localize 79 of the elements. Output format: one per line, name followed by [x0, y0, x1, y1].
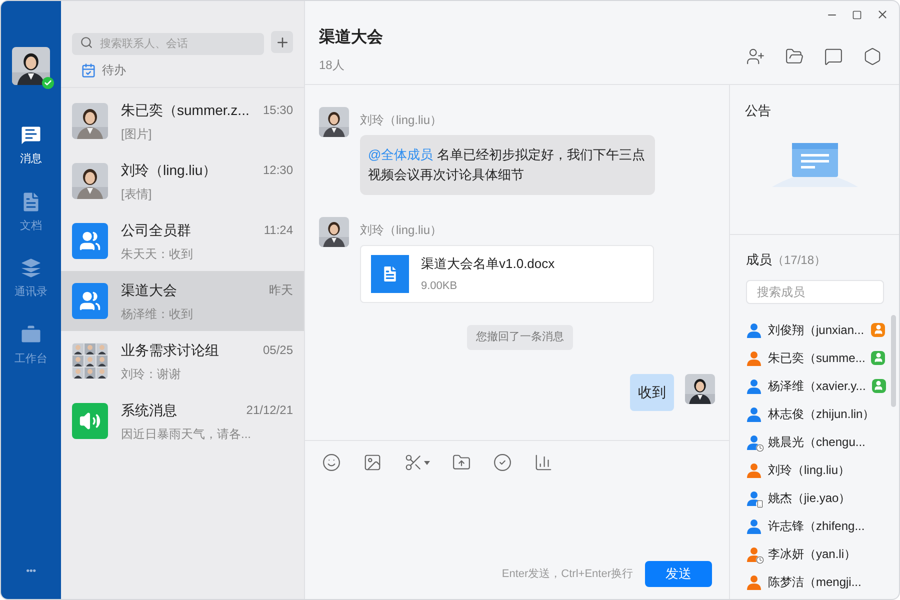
chat-preview: 因近日暴雨天气，请各... [121, 426, 252, 442]
chat-item[interactable]: 系统消息 21/12/21 因近日暴雨天气，请各... [61, 391, 304, 451]
search-icon [80, 36, 93, 49]
scissors-button[interactable] [404, 453, 430, 472]
check-button[interactable] [493, 453, 512, 472]
chat-name: 刘玲（ling.liu） [121, 160, 217, 180]
add-member-button[interactable] [746, 47, 765, 66]
recall-notice: 您撤回了一条消息 [467, 325, 573, 350]
members-count: （17/18） [772, 252, 826, 269]
chat-time: 15:30 [262, 102, 293, 119]
calendar-check-icon [81, 62, 96, 78]
chat-time: 11:24 [264, 222, 293, 239]
clock-badge-icon [756, 444, 764, 452]
member-name[interactable]: 姚晨光（chengu... [768, 432, 866, 450]
notice-title: 公告 [745, 102, 772, 120]
more-button[interactable]: ••• [26, 564, 36, 579]
chat-title: 渠道大会 [319, 27, 383, 48]
chat-time: 昨天 [269, 282, 293, 299]
nav-item[interactable]: 消息 [14, 123, 48, 168]
member-count: 18人 [319, 57, 346, 74]
group-avatar [72, 223, 108, 259]
chat-item[interactable]: 渠道大会 昨天 杨泽维：收到 [61, 271, 304, 331]
phone-badge-icon [756, 500, 764, 508]
chat-item[interactable]: 公司全员群 11:24 朱天天：收到 [61, 211, 304, 271]
file-size: 9.00KB [421, 278, 458, 294]
history-button[interactable] [824, 47, 843, 66]
settings-button[interactable] [863, 47, 882, 66]
system-avatar [72, 403, 108, 439]
chat-item[interactable]: 朱已奕（summer.z... 15:30 [图片] [61, 91, 304, 151]
member-search-field[interactable]: 搜索成员 [746, 280, 884, 304]
caret-icon [424, 460, 430, 464]
todo-button[interactable]: 待办 [61, 61, 146, 79]
chat-name: 系统消息 [121, 400, 177, 420]
chat-preview: 杨泽维：收到 [121, 306, 194, 322]
file-card[interactable]: 渠道大会名单v1.0.docx 9.00KB [360, 245, 654, 303]
message-bubble: @全体成员 名单已经初步拟定好，我们下午三点视频会议再次讨论具体细节 [360, 135, 655, 195]
members-title: 成员 [746, 251, 772, 269]
member-name[interactable]: 姚杰（jie.yao） [768, 488, 851, 506]
chat-name: 业务需求讨论组 [121, 340, 219, 360]
close-button[interactable] [876, 8, 889, 21]
folder-button[interactable] [785, 47, 804, 66]
member-name[interactable]: 杨泽维（xavier.y... [768, 376, 866, 394]
chat-preview: [表情] [121, 186, 153, 202]
chat-item[interactable]: 刘玲（ling.liu） 12:30 [表情] [61, 151, 304, 211]
message-bubble: 收到 [630, 374, 674, 410]
chat-name: 公司全员群 [121, 220, 191, 240]
chat-name: 朱已奕（summer.z... [121, 100, 250, 120]
search-field[interactable]: 搜索联系人、会话 [72, 33, 264, 55]
chart-button[interactable] [534, 453, 553, 472]
member-name[interactable]: 朱已奕（summe... [768, 348, 866, 366]
send-hint: Enter发送，Ctrl+Enter换行 [502, 566, 633, 582]
sender-name: 刘玲（ling.liu） [360, 112, 444, 129]
sender-name: 刘玲（ling.liu） [360, 222, 444, 239]
file-name: 渠道大会名单v1.0.docx [421, 255, 555, 273]
send-button[interactable]: 发送 [645, 561, 712, 587]
scrollbar[interactable] [891, 315, 896, 407]
chat-name: 渠道大会 [121, 280, 177, 300]
member-name[interactable]: 陈梦洁（mengji... [768, 572, 862, 590]
folder-upload-button[interactable] [452, 453, 471, 472]
member-name[interactable]: 许志锋（zhifeng... [768, 516, 865, 534]
member-name[interactable]: 李冰妍（yan.li） [768, 544, 856, 562]
image-button[interactable] [363, 453, 382, 472]
chat-preview: 刘玲：谢谢 [121, 366, 182, 382]
emoji-button[interactable] [322, 453, 341, 472]
chat-time: 05/25 [262, 342, 293, 359]
clock-badge-icon [756, 556, 764, 564]
member-name[interactable]: 刘俊翔（junxian... [768, 320, 864, 338]
chat-time: 12:30 [262, 162, 293, 179]
chat-item[interactable]: 业务需求讨论组 05/25 刘玲：谢谢 [61, 331, 304, 391]
add-button[interactable] [271, 31, 293, 53]
chat-preview: [图片] [121, 126, 153, 142]
maximize-button[interactable] [852, 8, 862, 21]
word-file-icon [371, 255, 409, 293]
member-name[interactable]: 刘玲（ling.liu） [768, 460, 850, 478]
chat-preview: 朱天天：收到 [121, 246, 194, 262]
member-name[interactable]: 林志俊（zhijun.lin） [768, 404, 875, 422]
chat-time: 21/12/21 [246, 402, 293, 419]
group-avatar [72, 283, 108, 319]
plus-icon [274, 34, 290, 50]
